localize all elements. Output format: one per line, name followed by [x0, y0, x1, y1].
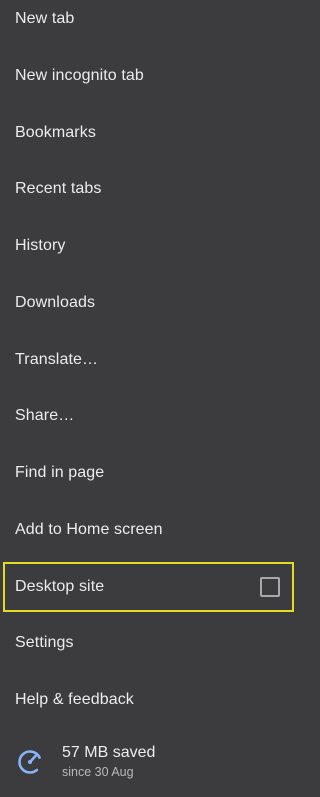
menu-item-label: Add to Home screen	[15, 521, 163, 538]
data-saver-since: since 30 Aug	[62, 765, 134, 779]
menu-item-label: Find in page	[15, 464, 105, 481]
menu-item-translate[interactable]: Translate…	[0, 332, 300, 388]
menu-item-label: Downloads	[15, 294, 96, 311]
menu-item-label: Desktop site	[15, 578, 105, 595]
menu-item-new-incognito-tab[interactable]: New incognito tab	[0, 48, 300, 104]
desktop-site-checkbox[interactable]	[260, 577, 280, 597]
menu-item-label: Translate…	[15, 351, 99, 368]
menu-item-add-to-home-screen[interactable]: Add to Home screen	[0, 502, 300, 558]
data-saver-gauge-icon	[15, 747, 45, 777]
data-saver-text: 57 MB saved since 30 Aug	[62, 743, 155, 781]
menu-item-label: Help & feedback	[15, 691, 134, 708]
menu-item-help-feedback[interactable]: Help & feedback	[0, 672, 300, 728]
menu-item-settings[interactable]: Settings	[0, 615, 300, 671]
menu-item-find-in-page[interactable]: Find in page	[0, 445, 300, 501]
data-saver-amount: 57 MB saved	[62, 744, 156, 761]
menu-item-new-tab[interactable]: New tab	[0, 0, 300, 47]
menu-item-bookmarks[interactable]: Bookmarks	[0, 105, 300, 161]
menu-item-history[interactable]: History	[0, 218, 300, 274]
menu-item-label: New tab	[15, 10, 75, 27]
menu-item-recent-tabs[interactable]: Recent tabs	[0, 161, 300, 217]
menu-item-desktop-site[interactable]: Desktop site	[3, 562, 294, 612]
menu-item-downloads[interactable]: Downloads	[0, 275, 300, 331]
menu-item-label: Settings	[15, 634, 74, 651]
menu-item-label: History	[15, 237, 66, 254]
menu-item-label: New incognito tab	[15, 67, 144, 84]
data-saver-summary[interactable]: 57 MB saved since 30 Aug	[0, 732, 300, 792]
menu-item-label: Recent tabs	[15, 180, 102, 197]
menu-item-label: Bookmarks	[15, 124, 96, 141]
overflow-menu: New tab New incognito tab Bookmarks Rece…	[0, 0, 300, 797]
menu-item-share[interactable]: Share…	[0, 388, 300, 444]
menu-item-label: Share…	[15, 407, 75, 424]
